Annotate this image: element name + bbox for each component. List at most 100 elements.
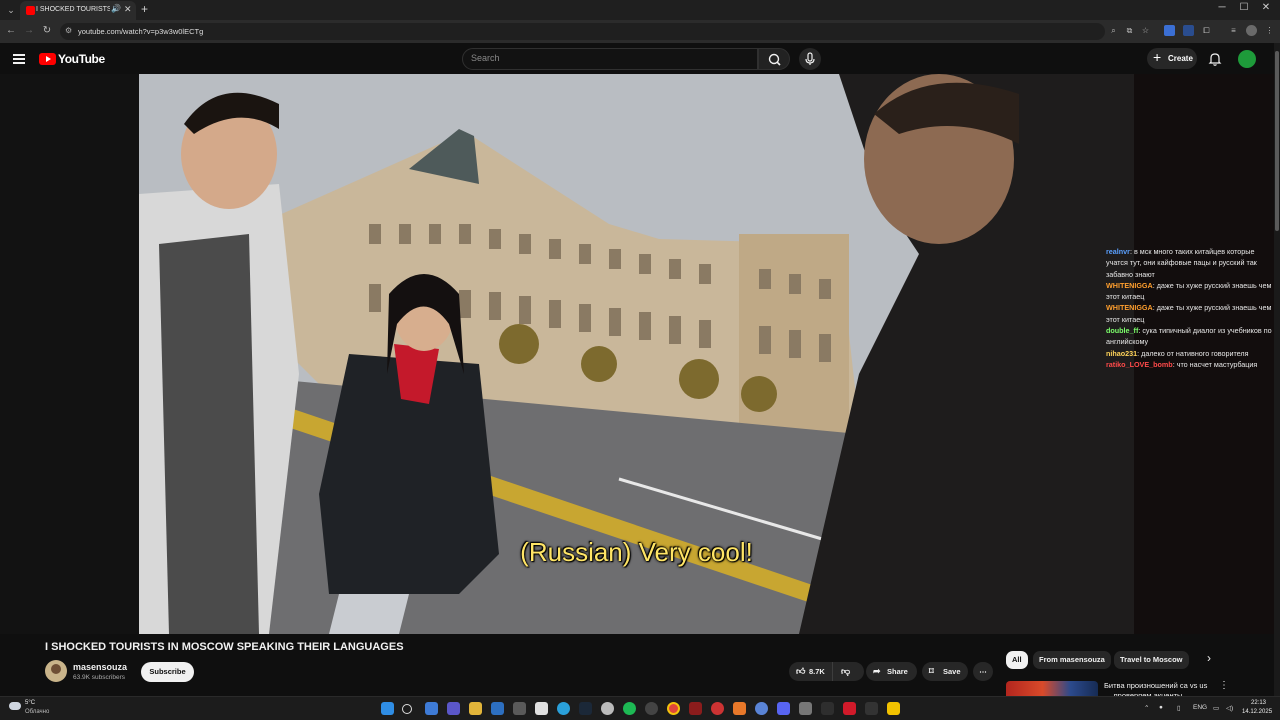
window-close-icon[interactable]: ✕ [1259,2,1273,13]
recommended-video-title[interactable]: Битва произношений ca vs us — проверяем … [1104,681,1216,696]
tray-overflow-chevron-icon[interactable]: ⌃ [1144,704,1149,712]
windows-taskbar: 5°C Облачно ⌃ ● ▯ ENG ▭ ◁) 22:13 14.12.2… [0,696,1280,720]
discord-icon[interactable] [777,702,790,715]
extension-icon[interactable] [1183,25,1194,36]
share-label: Share [887,667,908,676]
network-icon[interactable]: ▭ [1213,704,1219,712]
taskbar-app-icon-5[interactable] [645,702,658,715]
chips-next-chevron-icon[interactable]: › [1207,651,1211,665]
minimize-icon[interactable]: ─ [1215,2,1229,13]
close-tab-icon[interactable]: ✕ [124,4,132,15]
taskbar-app-icon-7[interactable] [711,702,724,715]
chip-travel-to-moscow[interactable]: Travel to Moscow [1114,651,1189,669]
url-text: youtube.com/watch?v=p3w3w0lECTg [78,27,204,36]
taskbar-app-icon-8[interactable] [733,702,746,715]
thumbs-down-icon[interactable]: 👎︎ [841,662,850,681]
cloud-icon[interactable] [9,702,21,710]
tab-search-chevron-icon[interactable]: ⌄ [4,3,18,17]
taskbar-app-icon-3[interactable] [491,702,504,715]
tray-app-icon[interactable]: ● [1159,704,1163,711]
subscribe-button[interactable]: Subscribe [141,662,194,682]
browser-tab-bar: ⌄ I SHOCKED TOURISTS IN M 🔊 ✕ + ─ ☐ ✕ [0,0,1280,20]
taskbar-app-icon-12[interactable] [843,702,856,715]
chat-username: ratiko_LOVE_bomb [1106,359,1173,369]
clock-time[interactable]: 22:13 [1251,700,1266,706]
channel-avatar[interactable] [45,660,67,682]
reload-icon[interactable]: ↻ [41,25,53,36]
scrollbar-thumb[interactable] [1275,51,1279,231]
zoom-icon[interactable]: ⌕ [1108,25,1119,36]
extension-translate-icon[interactable] [1164,25,1175,36]
video-frame[interactable]: (Russian) Very cool! [139,74,1134,634]
taskbar-search-icon[interactable] [402,704,412,714]
chat-username: double_ff [1106,326,1139,336]
taskbar-app-icon-14[interactable] [887,702,900,715]
forward-icon[interactable]: → [23,25,35,36]
browser-menu-icon[interactable]: ⋮ [1264,25,1275,36]
chip-all[interactable]: All [1006,651,1028,669]
plus-icon: + [1153,49,1162,65]
youtube-play-logo-icon [39,53,56,65]
steam-icon[interactable] [579,702,592,715]
search-button[interactable] [758,48,790,70]
recommended-more-icon[interactable]: ⋮ [1219,680,1229,691]
site-info-icon[interactable]: ⚙ [65,26,72,35]
like-button[interactable]: 👍︎ 8.7K [789,662,833,681]
channel-name[interactable]: masensouza [73,662,127,672]
ambient-left [0,74,139,634]
chat-message: WHITENIGGA: даже ты хуже русский знаешь … [1106,280,1274,303]
share-button[interactable]: ➦ Share [866,662,917,681]
taskbar-app-icon-2[interactable] [447,702,460,715]
taskbar-app-icon-11[interactable] [821,702,834,715]
speaker-icon[interactable]: 🔊 [111,4,121,13]
taskbar-app-icon-4[interactable] [513,702,526,715]
clock-date[interactable]: 14.12.2025 [1242,709,1272,715]
tray-battery-icon[interactable]: ▯ [1177,704,1181,712]
install-app-icon[interactable]: ⧉ [1124,25,1135,36]
recommended-video-thumbnail[interactable] [1006,681,1098,696]
address-bar[interactable]: ⚙ youtube.com/watch?v=p3w3w0lECTg [60,23,1105,40]
youtube-header: YouTube + Create [0,43,1280,74]
profile-avatar-icon[interactable] [1246,25,1257,36]
chat-username: WHITENIGGA [1106,280,1153,290]
chat-text: : что насчет мастурбация [1172,359,1258,369]
more-actions-button[interactable]: ⋯ [973,662,993,681]
chat-message: ratiko_LOVE_bomb: что насчет мастурбация [1106,359,1274,370]
maximize-icon[interactable]: ☐ [1237,2,1251,13]
extensions-puzzle-icon[interactable]: ⧠ [1201,25,1212,36]
telegram-icon[interactable] [557,702,570,715]
back-icon[interactable]: ← [5,25,17,36]
chat-username: WHITENIGGA [1106,303,1153,313]
taskbar-app-icon-6[interactable] [689,702,702,715]
save-button[interactable]: ⌑ Save [922,662,968,681]
spotify-icon[interactable] [623,702,636,715]
chatgpt-icon[interactable] [601,702,614,715]
video-player[interactable]: (Russian) Very cool! [0,74,1274,634]
search-input[interactable] [471,53,751,63]
media-controls-icon[interactable]: ≡ [1228,25,1239,36]
taskbar-app-icon-13[interactable] [865,702,878,715]
create-button[interactable]: + Create [1147,48,1197,69]
weather-temperature: 5°C [25,700,36,706]
chip-from-channel[interactable]: From masensouza [1033,651,1111,669]
taskbar-app-icon-9[interactable] [755,702,768,715]
windows-start-icon[interactable] [381,702,394,715]
chat-message: realnvr: в мск много таких китайцев кото… [1106,246,1274,280]
taskbar-app-icon-10[interactable] [799,702,812,715]
guide-menu-icon[interactable] [13,54,25,64]
browser-tab-active[interactable]: I SHOCKED TOURISTS IN M 🔊 ✕ [20,1,136,20]
file-explorer-icon[interactable] [469,702,482,715]
language-indicator[interactable]: ENG [1193,704,1207,711]
calculator-icon[interactable] [535,702,548,715]
chrome-icon[interactable] [667,702,680,715]
page-scrollbar[interactable] [1274,43,1280,696]
new-tab-icon[interactable]: + [141,2,148,16]
voice-search-button[interactable] [799,48,821,70]
chat-text: : далеко от нативного говорителя [1137,348,1249,358]
chat-username: nihao231 [1106,348,1138,358]
taskbar-app-icon-1[interactable] [425,702,438,715]
notifications-button[interactable] [1207,51,1223,67]
account-avatar[interactable] [1238,50,1256,68]
bookmark-star-icon[interactable]: ☆ [1140,25,1151,36]
volume-icon[interactable]: ◁) [1226,704,1233,712]
